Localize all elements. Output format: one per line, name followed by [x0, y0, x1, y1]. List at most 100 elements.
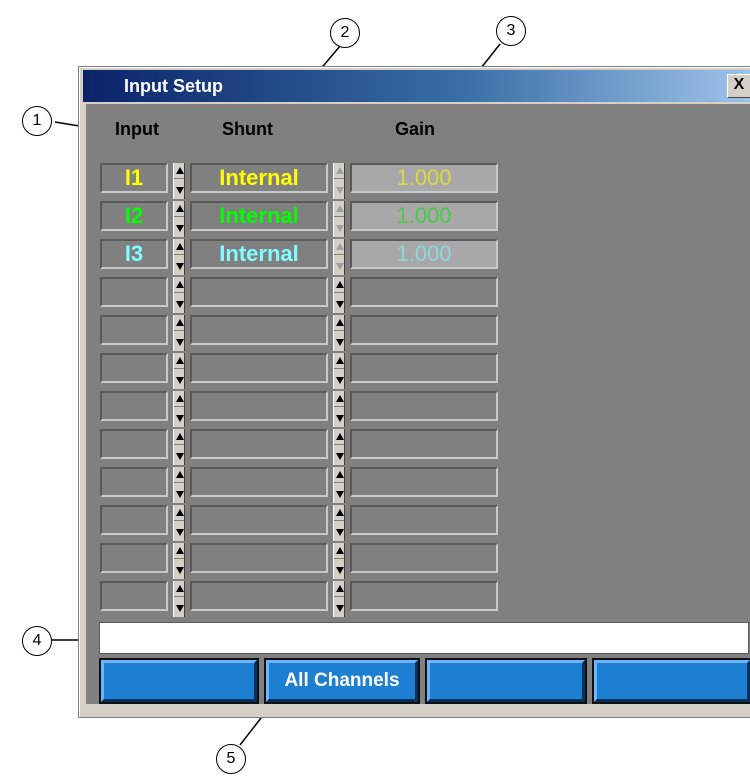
shunt-cell[interactable]	[190, 467, 328, 497]
spin-down-icon[interactable]	[176, 453, 184, 460]
gain-cell[interactable]: 1.000	[350, 201, 498, 231]
spin-up-icon[interactable]	[336, 433, 344, 440]
gain-cell[interactable]: 1.000	[350, 163, 498, 193]
input-cell[interactable]: I3	[100, 239, 168, 269]
gain-spinner[interactable]	[333, 163, 345, 199]
shunt-spinner[interactable]	[173, 239, 185, 275]
spin-up-icon[interactable]	[176, 395, 184, 402]
spin-up-icon[interactable]	[336, 471, 344, 478]
gain-cell[interactable]	[350, 315, 498, 345]
gain-spinner[interactable]	[333, 277, 345, 313]
spin-down-icon[interactable]	[336, 187, 344, 194]
gain-spinner[interactable]	[333, 239, 345, 275]
spin-up-icon[interactable]	[336, 395, 344, 402]
input-cell[interactable]	[100, 353, 168, 383]
spin-up-icon[interactable]	[176, 167, 184, 174]
gain-spinner[interactable]	[333, 429, 345, 465]
spin-down-icon[interactable]	[176, 339, 184, 346]
shunt-cell[interactable]: Internal	[190, 201, 328, 231]
input-cell[interactable]	[100, 315, 168, 345]
spin-down-icon[interactable]	[176, 491, 184, 498]
spin-down-icon[interactable]	[336, 301, 344, 308]
spin-up-icon[interactable]	[176, 243, 184, 250]
input-cell[interactable]	[100, 277, 168, 307]
gain-cell[interactable]	[350, 429, 498, 459]
shunt-spinner[interactable]	[173, 429, 185, 465]
spin-down-icon[interactable]	[336, 491, 344, 498]
spin-down-icon[interactable]	[336, 529, 344, 536]
spin-up-icon[interactable]	[336, 243, 344, 250]
spin-down-icon[interactable]	[336, 453, 344, 460]
spin-down-icon[interactable]	[176, 187, 184, 194]
shunt-cell[interactable]	[190, 391, 328, 421]
gain-cell[interactable]	[350, 391, 498, 421]
gain-cell[interactable]	[350, 277, 498, 307]
shunt-spinner[interactable]	[173, 353, 185, 389]
gain-spinner[interactable]	[333, 315, 345, 351]
spin-up-icon[interactable]	[336, 167, 344, 174]
shunt-spinner[interactable]	[173, 543, 185, 579]
button-4[interactable]	[592, 658, 750, 704]
gain-cell[interactable]	[350, 353, 498, 383]
input-cell[interactable]	[100, 505, 168, 535]
shunt-spinner[interactable]	[173, 315, 185, 351]
spin-up-icon[interactable]	[336, 357, 344, 364]
spin-up-icon[interactable]	[176, 281, 184, 288]
input-cell[interactable]: I1	[100, 163, 168, 193]
shunt-spinner[interactable]	[173, 201, 185, 237]
spin-up-icon[interactable]	[176, 205, 184, 212]
input-cell[interactable]	[100, 581, 168, 611]
gain-spinner[interactable]	[333, 353, 345, 389]
shunt-spinner[interactable]	[173, 277, 185, 313]
gain-cell[interactable]	[350, 505, 498, 535]
button-3[interactable]	[425, 658, 587, 704]
spin-down-icon[interactable]	[176, 225, 184, 232]
input-cell[interactable]	[100, 467, 168, 497]
shunt-spinner[interactable]	[173, 391, 185, 427]
spin-up-icon[interactable]	[176, 319, 184, 326]
spin-up-icon[interactable]	[176, 433, 184, 440]
spin-up-icon[interactable]	[336, 509, 344, 516]
all-channels-button[interactable]: All Channels	[264, 658, 420, 704]
shunt-cell[interactable]	[190, 315, 328, 345]
shunt-cell[interactable]	[190, 429, 328, 459]
shunt-spinner[interactable]	[173, 581, 185, 617]
spin-up-icon[interactable]	[336, 281, 344, 288]
shunt-spinner[interactable]	[173, 505, 185, 541]
gain-spinner[interactable]	[333, 505, 345, 541]
spin-up-icon[interactable]	[336, 205, 344, 212]
spin-up-icon[interactable]	[176, 357, 184, 364]
spin-down-icon[interactable]	[336, 415, 344, 422]
spin-down-icon[interactable]	[176, 415, 184, 422]
shunt-spinner[interactable]	[173, 163, 185, 199]
gain-cell[interactable]	[350, 543, 498, 573]
input-cell[interactable]	[100, 429, 168, 459]
spin-up-icon[interactable]	[336, 585, 344, 592]
spin-down-icon[interactable]	[176, 529, 184, 536]
gain-spinner[interactable]	[333, 543, 345, 579]
shunt-cell[interactable]	[190, 543, 328, 573]
shunt-cell[interactable]	[190, 505, 328, 535]
spin-up-icon[interactable]	[176, 471, 184, 478]
shunt-cell[interactable]	[190, 277, 328, 307]
spin-up-icon[interactable]	[176, 585, 184, 592]
gain-cell[interactable]	[350, 581, 498, 611]
spin-up-icon[interactable]	[176, 547, 184, 554]
spin-up-icon[interactable]	[336, 547, 344, 554]
spin-down-icon[interactable]	[336, 377, 344, 384]
shunt-cell[interactable]: Internal	[190, 163, 328, 193]
spin-down-icon[interactable]	[176, 377, 184, 384]
gain-spinner[interactable]	[333, 581, 345, 617]
gain-spinner[interactable]	[333, 467, 345, 503]
button-1[interactable]	[99, 658, 259, 704]
spin-down-icon[interactable]	[176, 605, 184, 612]
spin-down-icon[interactable]	[176, 567, 184, 574]
spin-down-icon[interactable]	[336, 605, 344, 612]
input-cell[interactable]: I2	[100, 201, 168, 231]
input-cell[interactable]	[100, 391, 168, 421]
spin-down-icon[interactable]	[336, 263, 344, 270]
title-bar[interactable]: Input Setup X	[83, 70, 750, 102]
spin-down-icon[interactable]	[176, 263, 184, 270]
gain-spinner[interactable]	[333, 201, 345, 237]
spin-up-icon[interactable]	[336, 319, 344, 326]
